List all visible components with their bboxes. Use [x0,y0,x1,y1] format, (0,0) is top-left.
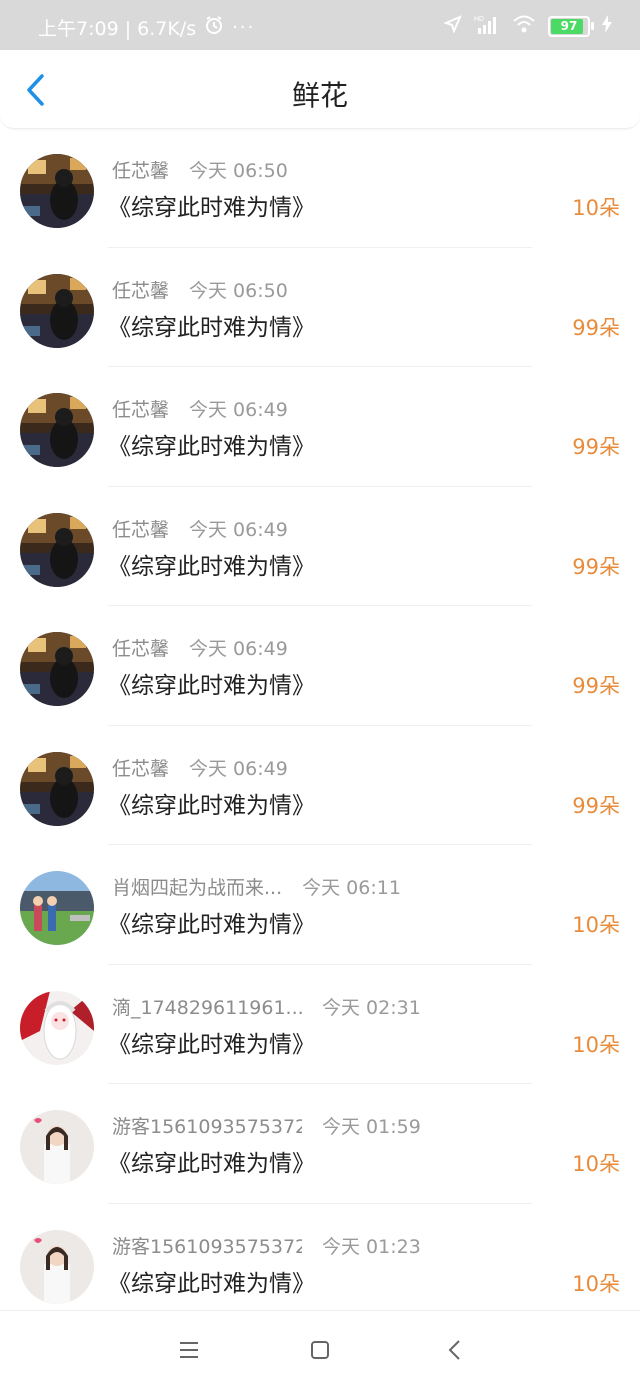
book-title: 《综穿此时难为情》 [108,792,315,819]
list-item[interactable]: 滴_174829611961... 今天 02:31 《综穿此时难为情》 10朵 [0,965,640,1084]
menu-icon [180,1342,198,1358]
book-title: 《综穿此时难为情》 [108,314,315,341]
flower-count: 10朵 [572,196,620,220]
send-time: 今天 06:49 [189,638,288,660]
send-time: 今天 01:23 [322,1235,421,1258]
list-item[interactable]: 游客1561093575372 今天 01:59 《综穿此时难为情》 10朵 [0,1084,640,1204]
send-time: 今天 06:49 [189,518,288,541]
room-avatar[interactable] [20,751,94,826]
item-meta: 任芯馨 今天 06:49 [112,515,288,542]
svg-text:HD: HD [474,16,484,23]
send-time: 今天 02:31 [322,996,421,1019]
game-avatar[interactable] [20,871,94,945]
sender-name: 任芯馨 [112,638,170,660]
more-dots-icon: ··· [232,17,256,38]
sender-name: 任芯馨 [112,518,170,541]
book-title: 《综穿此时难为情》 [108,553,315,580]
system-nav-bar [0,1310,640,1388]
battery-level: 97 [560,19,578,33]
flower-count: 10朵 [572,1032,620,1057]
battery-icon: 97 [548,15,594,37]
list-item[interactable]: 任芯馨 今天 06:49 《综穿此时难为情》 99朵 [0,367,640,487]
location-icon [443,15,462,37]
flower-count: 99朵 [572,674,620,698]
status-time-speed: 上午7:09 | 6.7K/s [38,18,197,40]
room-avatar[interactable] [20,393,94,467]
book-title: 《综穿此时难为情》 [108,1270,315,1297]
send-time: 今天 06:11 [302,877,401,899]
list-item[interactable]: 任芯馨 今天 06:49 《综穿此时难为情》 99朵 [0,606,640,726]
list-item[interactable]: 任芯馨 今天 06:49 《综穿此时难为情》 99朵 [0,726,640,845]
list-item[interactable]: 任芯馨 今天 06:50 《综穿此时难为情》 99朵 [0,248,640,367]
sender-name: 游客1561093575372 [112,1235,302,1258]
item-meta: 任芯馨 今天 06:50 [112,156,288,183]
item-meta: 任芯馨 今天 06:49 [112,754,288,781]
book-title: 《综穿此时难为情》 [108,1151,315,1177]
hd-signal-icon: HD [474,14,500,38]
room-avatar[interactable] [20,512,94,587]
item-meta: 肖烟四起为战而来... 今天 06:11 [112,873,401,900]
page-title: 鲜花 [291,79,348,112]
send-time: 今天 06:49 [189,757,288,780]
list-item[interactable]: 任芯馨 今天 06:50 《综穿此时难为情》 10朵 [0,128,640,248]
sender-name: 任芯馨 [112,160,170,182]
send-time: 今天 06:50 [189,279,288,302]
send-time: 今天 01:59 [322,1116,421,1138]
book-title: 《综穿此时难为情》 [108,1031,315,1058]
book-title: 《综穿此时难为情》 [108,673,315,699]
sender-name: 游客1561093575372 [112,1116,302,1138]
app-header: 鲜花 [0,50,640,129]
back-triangle-icon [448,1340,460,1360]
charging-icon [602,15,612,37]
girl-avatar[interactable] [20,1229,94,1304]
alarm-icon [204,15,224,40]
flower-record-list: 任芯馨 今天 06:50 《综穿此时难为情》 10朵 任芯馨 今天 06:50 … [0,128,640,1323]
list-item[interactable]: 肖烟四起为战而来... 今天 06:11 《综穿此时难为情》 10朵 [0,845,640,965]
status-left: 上午7:09 | 6.7K/s ··· [38,14,255,41]
flower-count: 10朵 [572,913,620,937]
girl-avatar[interactable] [20,1110,94,1184]
system-back-button[interactable] [440,1337,470,1363]
flower-count: 99朵 [572,435,620,459]
sender-name: 肖烟四起为战而来... [112,877,283,899]
wifi-icon [512,14,536,38]
book-title: 《综穿此时难为情》 [108,912,315,938]
item-meta: 任芯馨 今天 06:49 [112,634,288,661]
sender-name: 任芯馨 [112,757,170,780]
list-item[interactable]: 任芯馨 今天 06:49 《综穿此时难为情》 99朵 [0,487,640,606]
book-title: 《综穿此时难为情》 [108,434,315,460]
item-meta: 滴_174829611961... 今天 02:31 [112,993,421,1020]
room-avatar[interactable] [20,154,94,228]
item-meta: 任芯馨 今天 06:50 [112,276,288,303]
room-avatar[interactable] [20,273,94,348]
send-time: 今天 06:50 [189,160,288,182]
status-bar: 上午7:09 | 6.7K/s ··· HD 97 [0,0,640,50]
flower-count: 99朵 [572,315,620,340]
sender-name: 滴_174829611961... [112,996,302,1019]
home-button[interactable] [305,1337,335,1363]
sender-name: 任芯馨 [112,399,170,421]
flower-count: 99朵 [572,793,620,818]
item-meta: 游客1561093575372 今天 01:59 [112,1112,421,1139]
item-meta: 任芯馨 今天 06:49 [112,395,288,422]
send-time: 今天 06:49 [189,399,288,421]
flower-count: 10朵 [572,1152,620,1176]
item-meta: 游客1561093575372 今天 01:23 [112,1232,421,1259]
status-right: HD 97 [443,14,612,38]
flower-count: 10朵 [572,1271,620,1296]
flower-count: 99朵 [572,554,620,579]
menu-button[interactable] [174,1337,204,1363]
sender-name: 任芯馨 [112,279,170,302]
room-avatar[interactable] [20,632,94,706]
anime-avatar[interactable] [20,990,94,1065]
book-title: 《综穿此时难为情》 [108,195,315,221]
home-square-icon [311,1341,329,1359]
list-item[interactable]: 游客1561093575372 今天 01:23 《综穿此时难为情》 10朵 [0,1204,640,1324]
